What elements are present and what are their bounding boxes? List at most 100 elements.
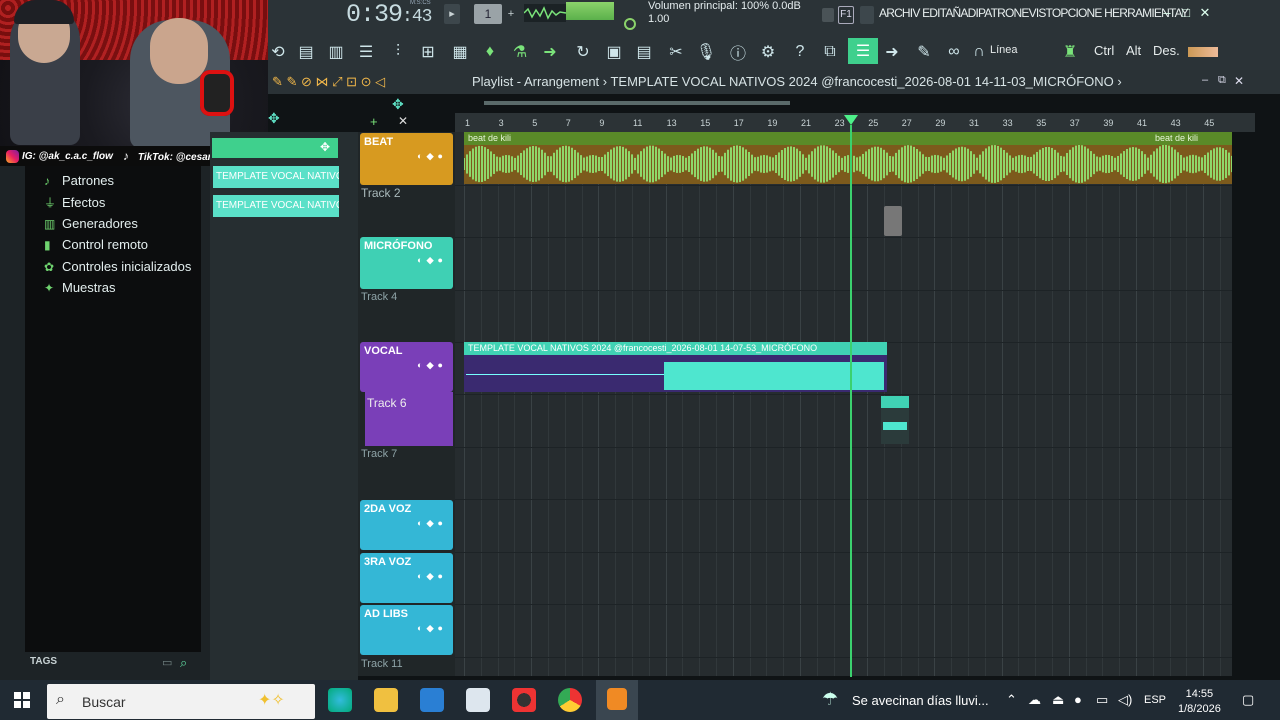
arrow-right-icon[interactable]: ➜	[882, 42, 902, 62]
obs-icon[interactable]	[512, 688, 536, 712]
track-label[interactable]: Track 4	[361, 291, 397, 303]
master-volume-meter[interactable]	[566, 2, 614, 20]
track-label[interactable]: Track 2	[361, 186, 401, 200]
browser-item-patrones[interactable]: ♪ Patrones	[44, 173, 114, 188]
ruler-number: 33	[1002, 118, 1013, 128]
mic-tray-icon[interactable]: ●	[1074, 692, 1082, 707]
step-icon[interactable]: ➜	[540, 42, 560, 62]
minimize-icon[interactable]: –	[1160, 5, 1174, 20]
mic-icon[interactable]: 🎙	[696, 42, 716, 62]
snap-active-icon[interactable]: ☰	[848, 38, 878, 64]
search-icon[interactable]: ⌕	[180, 655, 187, 671]
folder-icon[interactable]: ▭	[162, 656, 172, 669]
alt-button[interactable]: Alt	[1126, 43, 1141, 58]
piano-roll-icon[interactable]: ▥	[326, 42, 346, 62]
window-icon[interactable]: ⧉	[820, 42, 840, 62]
playlist-lanes[interactable]	[455, 132, 1232, 676]
help-icon[interactable]: ?	[790, 42, 810, 62]
browser-toggle-icon[interactable]	[860, 6, 874, 24]
fl-studio-taskbar-item[interactable]	[596, 680, 638, 720]
pencil-icon[interactable]: ✎	[914, 42, 934, 62]
sparkle-icon: ✦✧	[258, 692, 285, 709]
track-label[interactable]: Track 6	[367, 396, 407, 410]
wizard-icon[interactable]: ⚗	[510, 42, 530, 62]
taskbar-clock[interactable]: 14:55 1/8/2026	[1178, 687, 1221, 717]
file-explorer-icon[interactable]	[374, 688, 398, 712]
tempo-icon[interactable]: ⚙	[758, 42, 778, 62]
horizontal-scrollbar[interactable]	[484, 101, 790, 105]
network-icon[interactable]: ▭	[1096, 692, 1108, 708]
playlist-minimize-icon[interactable]: –	[1202, 74, 1208, 86]
browser-icon[interactable]: ▦	[450, 42, 470, 62]
patcher-icon[interactable]: ⊞	[418, 42, 438, 62]
playlist-close-icon[interactable]: ✕	[1234, 74, 1244, 88]
pattern-number[interactable]: 1	[474, 4, 502, 24]
plugin-icon[interactable]: ♦	[480, 42, 500, 62]
browser-item-control-remoto[interactable]: ▮ Control remoto	[44, 237, 148, 252]
play-icon[interactable]: ▸	[444, 4, 460, 24]
close-icon[interactable]: ✕	[1198, 5, 1212, 21]
volume-icon[interactable]: ◁)	[1118, 692, 1132, 708]
chevron-up-icon[interactable]: ⌃	[1006, 692, 1017, 708]
picker-clip[interactable]: TEMPLATE VOCAL NATIVOS...	[213, 166, 339, 188]
store-icon[interactable]	[466, 688, 490, 712]
playlist-icon[interactable]: ▤	[296, 42, 316, 62]
track-label[interactable]: Track 11	[361, 658, 403, 670]
track-3ra-voz[interactable]: 3RA VOZ ◐◆●	[360, 553, 453, 603]
mixer-icon[interactable]: ⫶	[388, 42, 408, 62]
clip-small[interactable]	[881, 396, 909, 444]
refresh-icon[interactable]: ↻	[573, 42, 593, 62]
add-track-icon[interactable]: +	[370, 114, 378, 129]
cut-icon[interactable]: ✂	[666, 42, 686, 62]
snap-mode[interactable]: Línea	[990, 44, 1018, 56]
browser-item-efectos[interactable]: ⏚ Efectos	[44, 194, 105, 211]
browser-item-generadores[interactable]: ▥ Generadores	[44, 216, 138, 231]
track-vocal[interactable]: VOCAL ◐◆●	[360, 342, 453, 392]
track-ad-libs[interactable]: AD LIBS ◐◆●	[360, 605, 453, 655]
ctrl-button[interactable]: Ctrl	[1094, 43, 1114, 58]
track-controls-icon: ◐◆●	[417, 623, 447, 633]
save-icon[interactable]: ▣	[604, 42, 624, 62]
add-pattern-icon[interactable]: +	[504, 4, 518, 24]
track-microfono[interactable]: MICRÓFONO ◐◆●	[360, 237, 453, 289]
remove-track-icon[interactable]: ✕	[398, 114, 408, 128]
channel-rack-icon[interactable]: ☰	[356, 42, 376, 62]
usb-icon[interactable]: ⏏	[1052, 692, 1064, 708]
maximize-icon[interactable]: □	[1179, 5, 1193, 20]
playlist-scroll-icon[interactable]: ✥	[392, 96, 404, 113]
automation-handle[interactable]	[884, 206, 902, 236]
track-2da-voz[interactable]: 2DA VOZ ◐◆●	[360, 500, 453, 550]
playhead-marker-icon[interactable]	[844, 115, 858, 125]
playlist-maximize-icon[interactable]: ⧉	[1218, 74, 1226, 87]
main-menu[interactable]: ARCHIV EDITAÑADIPATRONEVISTOPCIONE HERRA…	[879, 6, 1189, 20]
browser-item-controles[interactable]: ✿ Controles inicializados	[44, 259, 191, 274]
notification-icon[interactable]: ▢	[1242, 692, 1254, 708]
picker-scroll-icon[interactable]: ✥	[268, 110, 280, 127]
playhead[interactable]	[850, 125, 852, 677]
undo-button[interactable]: Des.	[1153, 43, 1180, 58]
picker-clip[interactable]: TEMPLATE VOCAL NATIVOS...	[213, 195, 339, 217]
cloud-icon[interactable]: ☁	[1028, 692, 1041, 708]
stamp-icon[interactable]: ♜	[1060, 42, 1080, 62]
magnet-icon[interactable]: ∩	[972, 42, 986, 62]
loop-icon[interactable]: ⟲	[268, 42, 288, 62]
browser-item-muestras[interactable]: ✦ Muestras	[44, 280, 115, 295]
info-icon[interactable]: ⓘ	[728, 42, 748, 63]
pattern-color-icon[interactable]	[1188, 47, 1218, 57]
master-knob-icon[interactable]	[624, 18, 636, 30]
track-controls-icon: ◐◆●	[417, 518, 447, 528]
paint-tools-icon[interactable]: ✎ ✎ ⊘ ⋈ ⤢ ⊡ ⊙ ◁	[272, 74, 385, 90]
weather-text[interactable]: Se avecinan días lluvi...	[852, 693, 989, 708]
track-label[interactable]: Track 7	[361, 448, 397, 460]
chrome-icon[interactable]	[558, 688, 582, 712]
ruler-number: 29	[935, 118, 946, 128]
language-indicator[interactable]: ESP	[1144, 694, 1166, 706]
track-beat[interactable]: BEAT ◐◆●	[360, 133, 453, 185]
f1-help-icon[interactable]: F1	[838, 6, 854, 24]
lock-icon[interactable]	[822, 8, 834, 22]
windows-start-icon[interactable]	[14, 692, 30, 708]
render-icon[interactable]: ▤	[634, 42, 654, 62]
edge-icon[interactable]	[328, 688, 352, 712]
link-icon[interactable]: ∞	[944, 42, 964, 62]
outlook-icon[interactable]	[420, 688, 444, 712]
